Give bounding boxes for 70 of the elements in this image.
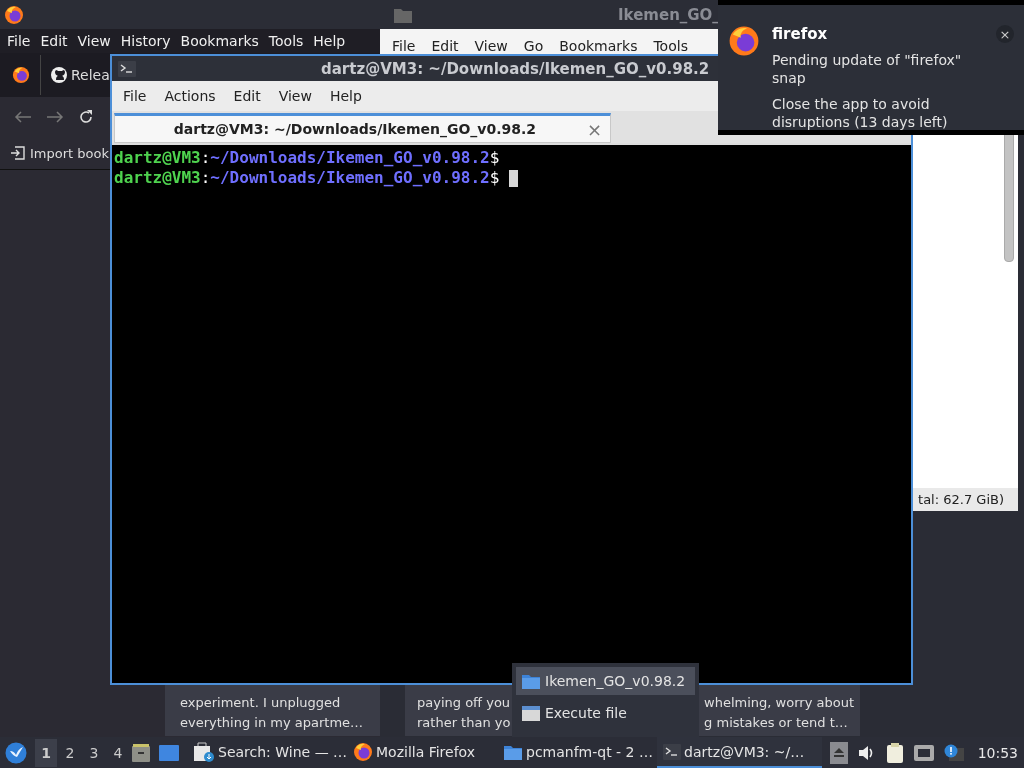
firefox-icon xyxy=(353,741,373,762)
menu-item[interactable]: File xyxy=(384,38,416,57)
taskbar-button[interactable]: dartz@VM3: ~/… xyxy=(657,737,822,768)
window-title: Ikemen_GO_ xyxy=(618,5,720,24)
preview-text: rather than yo xyxy=(417,714,511,732)
github-icon xyxy=(51,66,67,84)
menu-item[interactable]: Edit xyxy=(35,33,73,49)
shopping-bag-icon xyxy=(193,741,215,762)
workspace-switch[interactable]: 3 xyxy=(83,738,105,767)
menu-item[interactable]: File xyxy=(2,33,36,49)
eject-icon[interactable] xyxy=(829,741,848,764)
start-menu-icon[interactable] xyxy=(5,741,27,764)
file-cabinet-icon[interactable] xyxy=(131,742,151,763)
import-icon xyxy=(10,146,25,160)
firefox-icon xyxy=(728,25,760,57)
menu-item[interactable]: Edit xyxy=(423,38,459,57)
terminal-tab[interactable]: dartz@VM3: ~/Downloads/Ikemen_GO_v0.98.2 × xyxy=(114,113,611,143)
network-icon[interactable] xyxy=(913,744,934,761)
menu-item[interactable]: Ikemen_GO_v0.98.2 xyxy=(516,667,695,695)
folder-icon xyxy=(521,672,541,690)
notification-text: Pending update of "firefox" snap xyxy=(772,51,963,87)
bookmark-item[interactable]: Import book xyxy=(10,145,109,161)
menu-item[interactable]: View xyxy=(72,33,116,49)
close-button[interactable]: × xyxy=(996,25,1014,43)
menu-item[interactable]: Help xyxy=(322,88,369,104)
menu-item[interactable]: Go xyxy=(515,38,544,57)
prompt-line: dartz@VM3:~/Downloads/Ikemen_GO_v0.98.2$ xyxy=(114,168,500,188)
menu-item[interactable]: History xyxy=(115,33,176,49)
menu-item[interactable]: Actions xyxy=(157,88,223,104)
firefox-icon xyxy=(12,66,30,84)
menu-item[interactable]: Execute file xyxy=(516,699,695,727)
menu-item[interactable]: Bookmarks xyxy=(551,38,638,57)
clock-text[interactable]: 10:53 xyxy=(977,744,1018,761)
prompt-line: dartz@VM3:~/Downloads/Ikemen_GO_v0.98.2$ xyxy=(114,148,500,168)
workspace-switch[interactable]: 4 xyxy=(107,738,129,767)
workspace-switch[interactable]: 2 xyxy=(59,738,81,767)
taskbar-button[interactable]: Search: Wine — … xyxy=(187,737,347,768)
preview-text: paying off you xyxy=(417,694,511,712)
clipboard-icon[interactable] xyxy=(885,742,904,763)
window-icon xyxy=(521,704,541,722)
menu-item[interactable]: Edit xyxy=(226,88,268,104)
taskbar-button[interactable]: Mozilla Firefox xyxy=(347,737,497,768)
status-text: tal: 62.7 GiB) xyxy=(918,492,1004,507)
folder-icon xyxy=(394,6,412,23)
browser-tab[interactable]: Relea xyxy=(51,66,110,84)
update-alert-icon[interactable] xyxy=(943,743,964,762)
terminal-icon xyxy=(118,60,136,77)
preview-text: whelming, worry about xyxy=(704,694,854,712)
preview-text: everything in my apartme… xyxy=(180,714,364,732)
menu-item[interactable]: View xyxy=(271,88,319,104)
window-title: dartz@VM3: ~/Downloads/Ikemen_GO_v0.98.2 xyxy=(321,59,710,78)
preview-text: g mistakes or tend t… xyxy=(704,714,849,732)
menu-item[interactable]: Tools xyxy=(645,38,688,57)
menu-item[interactable]: Help xyxy=(308,33,351,49)
back-arrow-icon[interactable] xyxy=(14,110,32,124)
desktop-icon[interactable] xyxy=(159,743,179,762)
menu-item[interactable]: File xyxy=(116,88,154,104)
notification-title: firefox xyxy=(772,25,829,43)
preview-text: experiment. I unplugged xyxy=(180,694,342,712)
firefox-icon xyxy=(4,4,24,25)
menu-item[interactable]: Bookmarks xyxy=(175,33,264,49)
forward-arrow-icon[interactable] xyxy=(46,110,64,124)
menu-item[interactable]: Tools xyxy=(263,33,309,49)
notification-text: Close the app to avoid disruptions (13 days left) xyxy=(772,95,949,131)
close-tab-button[interactable]: × xyxy=(586,118,602,140)
taskbar-button[interactable]: pcmanfm-qt - 2 … xyxy=(497,737,657,768)
workspace-switch[interactable]: 1 xyxy=(35,738,57,767)
reload-icon[interactable] xyxy=(78,109,94,125)
menu-item[interactable]: View xyxy=(466,38,508,57)
terminal-icon xyxy=(663,743,681,760)
